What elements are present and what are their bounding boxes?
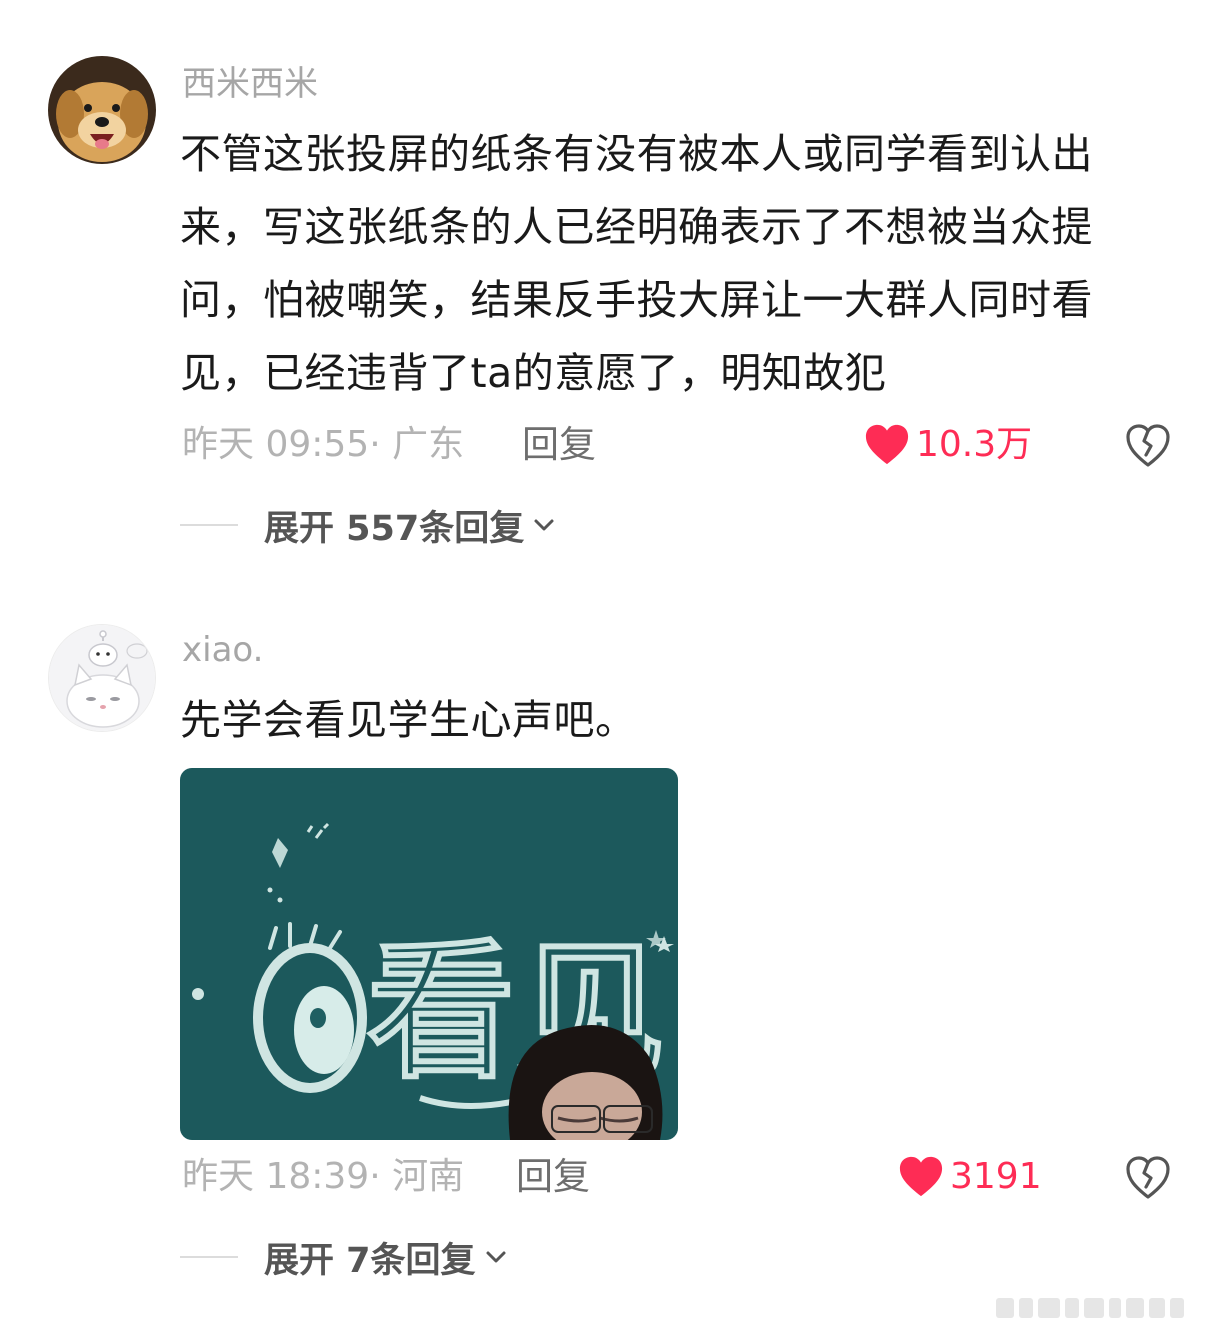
username[interactable]: 西米西米 — [182, 64, 318, 104]
expand-replies-label: 展开 557条回复 — [264, 508, 525, 549]
user-avatar[interactable] — [48, 624, 156, 732]
comment-meta: 昨天 18:39· 河南 回复 3191 — [182, 1152, 1172, 1202]
dog-avatar-icon — [48, 56, 156, 164]
chalkboard-image: 看见 — [180, 768, 678, 1140]
divider-line — [180, 524, 238, 526]
like-button[interactable]: 10.3万 — [864, 420, 1032, 470]
reply-button[interactable]: 回复 — [522, 420, 596, 470]
username[interactable]: xiao. — [182, 630, 263, 670]
watermark-bar — [996, 1296, 1196, 1320]
reply-button[interactable]: 回复 — [516, 1152, 590, 1202]
divider-line — [180, 1256, 238, 1258]
comment-text: 不管这张投屏的纸条有没有被本人或同学看到认出来，写这张纸条的人已经明确表示了不想… — [180, 130, 1093, 397]
time-location: 昨天 18:39· 河南 — [182, 1156, 465, 1197]
expand-replies-label: 展开 7条回复 — [264, 1240, 476, 1281]
like-count: 3191 — [950, 1156, 1042, 1197]
heart-icon — [865, 424, 909, 465]
like-count: 10.3万 — [916, 424, 1033, 465]
cat-avatar-icon — [49, 625, 155, 731]
comment-text: 先学会看见学生心声吧。 — [180, 696, 637, 744]
heart-icon — [899, 1156, 943, 1197]
chevron-down-icon — [486, 1251, 506, 1263]
time-location: 昨天 09:55· 广东 — [182, 424, 465, 465]
like-button[interactable]: 3191 — [898, 1152, 1042, 1202]
comment-meta: 昨天 09:55· 广东 回复 10.3万 — [182, 420, 1172, 470]
broken-heart-icon[interactable] — [1124, 422, 1172, 470]
comment-image[interactable]: 看见 — [180, 768, 678, 1140]
expand-replies-button[interactable]: 展开 7条回复 — [180, 1232, 508, 1282]
broken-heart-icon[interactable] — [1124, 1154, 1172, 1202]
user-avatar[interactable] — [48, 56, 156, 164]
chevron-down-icon — [534, 519, 554, 531]
expand-replies-button[interactable]: 展开 557条回复 — [180, 500, 556, 550]
